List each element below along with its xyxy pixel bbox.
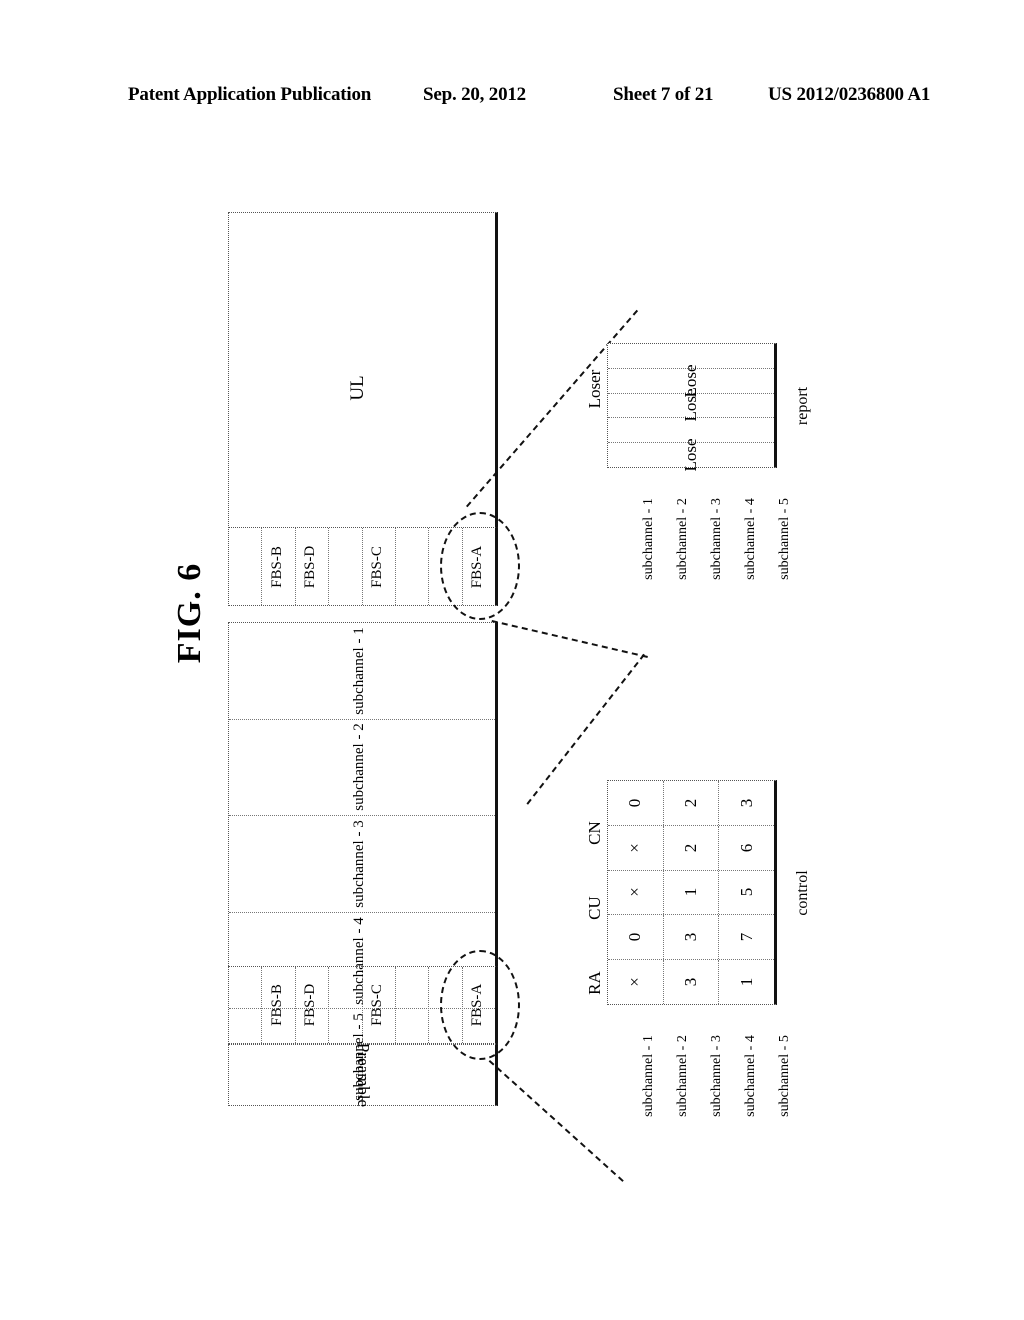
leader-line-dl-to-control-lower [488, 1060, 624, 1182]
header-patent-number: US 2012/0236800 A1 [768, 84, 931, 105]
report-table-caption: report [794, 386, 811, 426]
leader-line-ul-to-report-lower [491, 620, 648, 658]
control-table-cell: × [608, 960, 664, 1004]
control-table: 0 2 3 × 2 6 × 1 5 0 3 7 × 3 1 [607, 780, 777, 1005]
header-sheet: Sheet 7 of 21 [613, 84, 714, 105]
control-column-header-cu: CU [585, 896, 604, 920]
control-row-label: subchannel - 5 [777, 1035, 792, 1117]
report-column-header-loser: Loser [585, 369, 604, 409]
report-table: Lose Lose Lose [607, 343, 777, 472]
dl-fbs-cell [396, 967, 430, 1043]
control-row-label: subchannel - 2 [675, 1035, 690, 1117]
dl-fbs-cell-label: FBS-B [268, 984, 285, 1026]
ul-fbs-cell-label: FBS-B [268, 545, 285, 588]
ul-fbs-cell-label [235, 530, 255, 604]
control-row-label: subchannel - 3 [709, 1035, 724, 1117]
ul-fbs-cell: FBS-B [262, 528, 296, 605]
report-table-row: Lose [608, 439, 774, 472]
dl-preamble-label: Preamble [354, 1042, 373, 1108]
control-table-caption: control [794, 870, 811, 916]
report-row-label: subchannel - 2 [675, 498, 690, 580]
dl-fbs-cell: FBS-D [296, 967, 330, 1043]
ul-fbs-a-highlight-ellipse [440, 512, 520, 620]
header-date: Sep. 20, 2012 [423, 84, 526, 105]
report-row-label: subchannel - 4 [743, 498, 758, 580]
ul-frame-label: UL [347, 375, 368, 401]
control-cell-value: 3 [681, 977, 700, 987]
dl-fbs-cell-label [402, 968, 422, 1042]
control-cell-value: 1 [736, 977, 756, 987]
dl-fbs-cell-label: FBS-D [301, 983, 318, 1027]
header-publication: Patent Application Publication [128, 84, 372, 105]
report-row-label: subchannel - 1 [641, 498, 656, 580]
dl-fbs-cell: FBS-B [262, 967, 296, 1043]
ul-fbs-cell [396, 528, 430, 605]
control-table-cell: 1 [719, 960, 774, 1004]
ul-fbs-cell-label: FBS-D [301, 545, 318, 588]
ul-fbs-cell [229, 528, 263, 605]
control-cell-value: × [625, 977, 645, 987]
report-row-label: subchannel - 5 [777, 498, 792, 580]
figure-title: FIG. 6 [171, 562, 208, 664]
dl-fbs-cell-label [235, 968, 255, 1042]
control-column-header-cn: CN [585, 821, 604, 845]
control-row-label: subchannel - 1 [641, 1035, 656, 1117]
dl-fbs-cell [229, 967, 263, 1043]
dl-preamble-block: Preamble [228, 1043, 498, 1107]
ul-fbs-cell-label [402, 530, 422, 604]
report-table-cell: Lose [608, 439, 774, 472]
control-row-label: subchannel - 4 [743, 1035, 758, 1117]
page-header: Patent Application Publication Sep. 20, … [0, 84, 1024, 114]
control-table-cell: 3 [664, 960, 720, 1004]
control-column-header-ra: RA [585, 971, 604, 995]
report-row-label: subchannel - 3 [709, 498, 724, 580]
ul-fbs-cell: FBS-D [296, 528, 330, 605]
control-table-row: × 3 1 [608, 960, 774, 1004]
